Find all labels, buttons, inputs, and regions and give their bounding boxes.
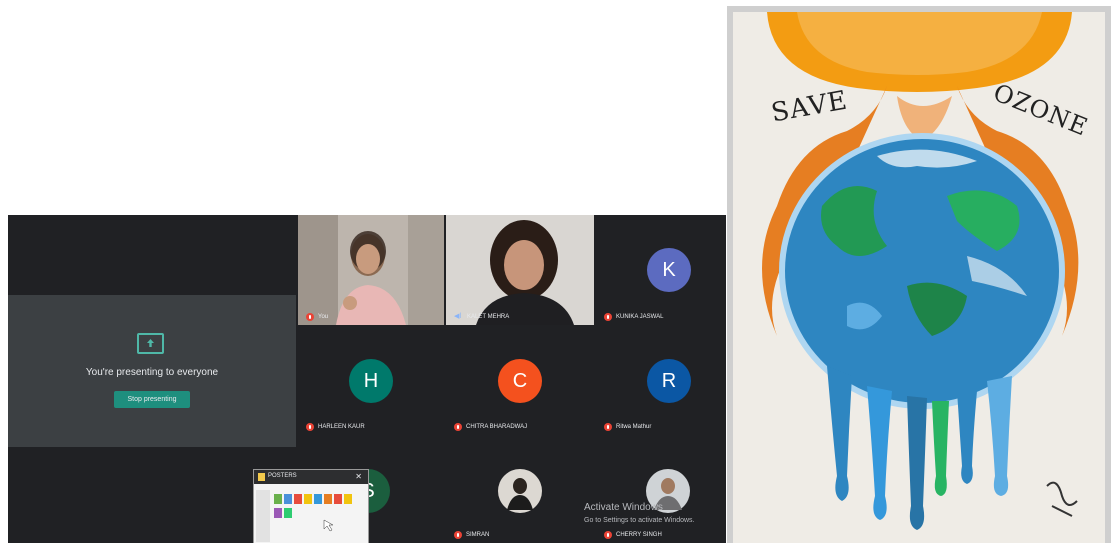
present-to-all-icon: [137, 333, 164, 354]
participant-name: CHITRA BHARADWAJ: [454, 423, 527, 431]
participant-tile-simran[interactable]: SIMRAN: [446, 435, 594, 543]
mic-off-icon: [604, 531, 612, 539]
participant-tile-ritwa-mathur[interactable]: R Ritwa Mathur: [596, 325, 726, 435]
mic-off-icon: [604, 423, 612, 431]
participant-video: [298, 215, 444, 325]
mic-off-icon: [306, 423, 314, 431]
mic-off-icon: [454, 531, 462, 539]
participant-name: SIMRAN: [454, 531, 489, 539]
explorer-thumbnail: [254, 484, 368, 543]
presenting-panel: You're presenting to everyone Stop prese…: [8, 295, 296, 447]
participant-tile-chitra-bharadwaj[interactable]: C CHITRA BHARADWAJ: [446, 325, 594, 435]
participant-name: You: [306, 313, 328, 321]
avatar: H: [349, 359, 393, 403]
participant-tile-kunika-jaswal[interactable]: K KUNIKA JASWAL: [596, 215, 726, 325]
avatar: C: [498, 359, 542, 403]
participant-video: [446, 215, 594, 325]
participant-tile-cherry-singh[interactable]: CHERRY SINGH: [596, 435, 726, 543]
popup-titlebar: POSTERS ✕: [254, 470, 368, 484]
activate-windows-title: Activate Windows: [584, 502, 663, 513]
save-ozone-poster: SAVE OZONE: [727, 6, 1111, 543]
participant-name: Ritwa Mathur: [604, 423, 651, 431]
participant-tile-you[interactable]: You: [298, 215, 444, 325]
meet-call-window: You're presenting to everyone Stop prese…: [8, 215, 726, 543]
close-icon[interactable]: ✕: [355, 472, 362, 481]
participant-name: ◀ǀ KALET MEHRA: [454, 313, 510, 320]
poster-painting: [727, 6, 1111, 543]
activate-windows-subtitle: Go to Settings to activate Windows.: [584, 517, 695, 524]
mic-off-icon: [306, 313, 314, 321]
mic-off-icon: [604, 313, 612, 321]
speaking-icon: ◀ǀ: [454, 313, 462, 320]
mic-off-icon: [454, 423, 462, 431]
participant-tile-kalet-mehra[interactable]: ◀ǀ KALET MEHRA: [446, 215, 594, 325]
presenting-message: You're presenting to everyone: [85, 367, 219, 378]
participant-name: HARLEEN KAUR: [306, 423, 365, 431]
posters-window-preview[interactable]: POSTERS ✕: [253, 469, 369, 543]
avatar: R: [647, 359, 691, 403]
participant-name: KUNIKA JASWAL: [604, 313, 663, 321]
avatar: [498, 469, 542, 513]
stop-presenting-button[interactable]: Stop presenting: [114, 391, 190, 408]
avatar: K: [647, 248, 691, 292]
folder-icon: [258, 473, 265, 481]
participant-tile-harleen-kaur[interactable]: H HARLEEN KAUR: [298, 325, 444, 435]
participant-name: CHERRY SINGH: [604, 531, 662, 539]
popup-title: POSTERS: [268, 473, 297, 479]
